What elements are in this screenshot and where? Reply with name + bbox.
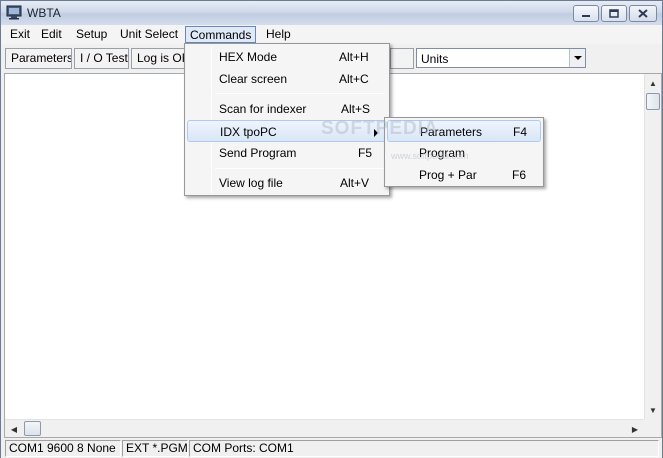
maximize-icon xyxy=(609,9,619,18)
menu-item-accelerator: F4 xyxy=(513,125,528,139)
close-button[interactable] xyxy=(629,5,657,22)
scrollbar-corner xyxy=(644,419,661,437)
io-test-button[interactable]: I / O Test xyxy=(74,48,129,69)
status-com-settings: COM1 9600 8 None 1 xyxy=(5,440,121,457)
menu-item-view-log[interactable]: View log file Alt+V xyxy=(187,172,387,194)
menu-separator xyxy=(215,93,385,94)
submenu-item-prog-par[interactable]: Prog + Par F6 xyxy=(387,164,541,186)
units-select[interactable]: Units xyxy=(416,48,586,68)
menu-item-label: Send Program xyxy=(219,146,297,160)
menu-item-accelerator: Alt+V xyxy=(340,176,370,190)
menu-commands[interactable]: Commands xyxy=(185,26,257,43)
menu-exit[interactable]: Exit xyxy=(6,26,34,43)
parameters-button[interactable]: Parameters xyxy=(5,48,72,69)
menu-edit[interactable]: Edit xyxy=(37,26,66,43)
minimize-icon xyxy=(582,14,590,17)
status-bar: COM1 9600 8 None 1 EXT *.PGM COM Ports: … xyxy=(1,438,662,458)
menu-item-accelerator: Alt+S xyxy=(341,102,371,116)
menu-bar: Exit Edit Setup Unit Select Commands Hel… xyxy=(1,25,662,44)
menu-item-label: IDX tpoPC xyxy=(220,125,277,139)
menu-item-label: Prog + Par xyxy=(419,168,477,182)
menu-item-scan-indexer[interactable]: Scan for indexer Alt+S xyxy=(187,98,387,120)
menu-help[interactable]: Help xyxy=(262,26,295,43)
horizontal-scrollbar[interactable]: ◀ ▶ xyxy=(5,419,645,437)
menu-item-accelerator: Alt+C xyxy=(339,72,369,86)
status-com-ports: COM Ports: COM1 xyxy=(189,440,659,457)
menu-item-accelerator: F5 xyxy=(358,146,373,160)
menu-unit-select[interactable]: Unit Select xyxy=(116,26,182,43)
toolbar-blank-button[interactable] xyxy=(390,48,414,69)
menu-item-hex-mode[interactable]: HEX Mode Alt+H xyxy=(187,46,387,68)
maximize-button[interactable] xyxy=(601,5,627,22)
units-select-value: Units xyxy=(421,52,449,66)
computer-monitor-icon xyxy=(6,5,22,20)
window-title: WBTA xyxy=(27,6,61,20)
minimize-button[interactable] xyxy=(573,5,599,22)
menu-item-label: Clear screen xyxy=(219,72,288,86)
chevron-down-icon[interactable] xyxy=(569,49,585,67)
title-bar[interactable]: WBTA xyxy=(1,1,662,25)
softpedia-watermark: SOFTPEDIA xyxy=(321,118,439,139)
menu-setup[interactable]: Setup xyxy=(72,26,111,43)
menu-item-send-program[interactable]: Send Program F5 xyxy=(187,142,387,164)
horizontal-scroll-thumb[interactable] xyxy=(24,421,41,436)
vertical-scrollbar[interactable]: ▲ ▼ xyxy=(644,74,661,419)
vertical-scroll-thumb[interactable] xyxy=(646,93,660,110)
app-window: WBTA Exit Edit Setup Unit Select Command… xyxy=(0,0,663,458)
scroll-down-icon[interactable]: ▼ xyxy=(645,402,661,418)
softpedia-watermark-url: www.softpedia.com xyxy=(391,151,469,161)
menu-item-clear-screen[interactable]: Clear screen Alt+C xyxy=(187,68,387,90)
menu-item-label: View log file xyxy=(219,176,283,190)
scroll-right-icon[interactable]: ▶ xyxy=(627,421,643,437)
scroll-left-icon[interactable]: ◀ xyxy=(6,421,22,437)
menu-item-accelerator: Alt+H xyxy=(339,50,369,64)
menu-item-accelerator: F6 xyxy=(512,168,527,182)
menu-item-label: Scan for indexer xyxy=(219,102,307,116)
status-ext-filter: EXT *.PGM xyxy=(122,440,188,457)
menu-item-label: HEX Mode xyxy=(219,50,278,64)
close-icon xyxy=(638,9,648,18)
scroll-up-icon[interactable]: ▲ xyxy=(645,75,661,91)
menu-separator xyxy=(215,168,385,169)
log-toggle-button[interactable]: Log is OFF xyxy=(131,48,189,69)
